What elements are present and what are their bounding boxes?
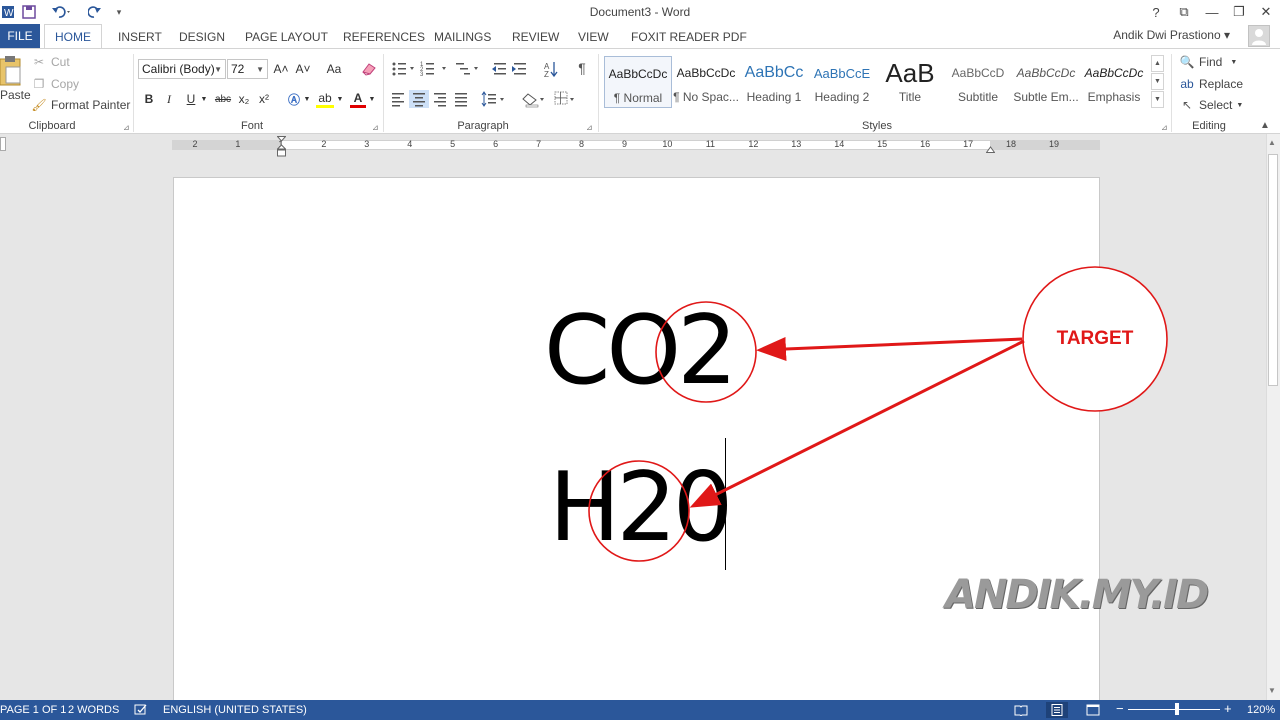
zoom-slider-track[interactable] (1128, 709, 1220, 710)
zoom-in-button[interactable]: + (1224, 701, 1232, 716)
scroll-thumb[interactable] (1268, 154, 1278, 386)
page-count[interactable]: PAGE 1 OF 1 (0, 704, 66, 716)
arrow-to-h2o (689, 339, 1025, 508)
read-mode-icon[interactable] (1013, 702, 1029, 718)
zoom-out-button[interactable]: − (1116, 701, 1124, 716)
scroll-down-icon[interactable]: ▼ (1268, 686, 1276, 695)
highlight-circle-co2 (655, 301, 757, 403)
word-count[interactable]: 2 WORDS (68, 704, 119, 716)
zoom-slider-thumb[interactable] (1175, 703, 1179, 715)
language[interactable]: ENGLISH (UNITED STATES) (163, 704, 307, 716)
proofing-icon[interactable] (133, 702, 149, 718)
print-layout-icon[interactable] (1046, 702, 1068, 718)
highlight-circle-h2o (588, 460, 690, 562)
zoom-level[interactable]: 120% (1247, 704, 1275, 716)
web-layout-icon[interactable] (1085, 702, 1101, 718)
watermark: ANDIK.MY.ID (945, 572, 1209, 618)
target-label: TARGET (1056, 328, 1134, 349)
scroll-up-icon[interactable]: ▲ (1268, 138, 1276, 147)
arrow-to-co2 (756, 336, 1023, 361)
